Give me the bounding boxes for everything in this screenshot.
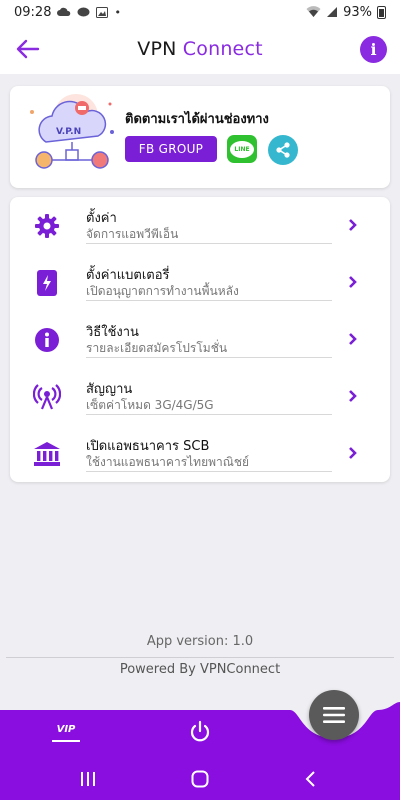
- battery-percent: 93%: [343, 4, 372, 20]
- cloud-icon: [57, 7, 71, 16]
- back-arrow-icon: [16, 39, 40, 59]
- status-bar: 09:28 • 93%: [0, 0, 400, 24]
- menu-item-subtitle: จัดการแอพวีพีเอ็น: [86, 227, 179, 241]
- menu-item-subtitle: ใช้งานแอพธนาคารไทยพาณิชย์: [86, 455, 250, 469]
- menu-item-subtitle: เปิดอนุญาตการทำงานพื้นหลัง: [86, 284, 239, 298]
- info-button[interactable]: i: [360, 36, 387, 63]
- power-button[interactable]: [188, 720, 212, 744]
- menu-item-subtitle: เซ็ตค่าโหมด 3G/4G/5G: [86, 398, 214, 412]
- vip-button[interactable]: VIP: [52, 722, 80, 742]
- menu-item-settings[interactable]: ตั้งค่า จัดการแอพวีพีเอ็น: [10, 197, 390, 254]
- menu-item-scb[interactable]: เปิดแอพธนาคาร SCB ใช้งานแอพธนาคารไทยพาณิ…: [10, 425, 390, 482]
- wifi-icon: [306, 6, 321, 17]
- battery-charging-icon: [37, 270, 57, 296]
- vpn-illustration-icon: V.P.N: [30, 94, 114, 169]
- power-icon: [190, 720, 210, 742]
- gear-icon: [35, 214, 59, 238]
- title-connect: Connect: [182, 38, 263, 60]
- line-icon: LINE: [230, 140, 254, 158]
- battery-icon: [377, 5, 386, 19]
- menu-item-battery[interactable]: ตั้งค่าแบตเตอรี่ เปิดอนุญาตการทำงานพื้นห…: [10, 254, 390, 311]
- signal-icon: [327, 7, 338, 17]
- hamburger-menu-icon: [323, 707, 345, 723]
- back-icon: [305, 771, 315, 787]
- footer-divider: [6, 657, 394, 658]
- back-button[interactable]: [12, 33, 44, 65]
- divider: [86, 357, 332, 358]
- title-vpn: VPN: [137, 38, 177, 60]
- chevron-right-icon: [349, 219, 357, 231]
- home-button[interactable]: [187, 766, 213, 792]
- recent-apps-icon: [81, 772, 95, 786]
- line-icon: [77, 7, 90, 16]
- app-version: App version: 1.0: [146, 634, 254, 649]
- divider: [86, 243, 332, 244]
- art-label: V.P.N: [56, 127, 81, 137]
- chevron-right-icon: [349, 390, 357, 402]
- menu-item-signal[interactable]: สัญญาน เซ็ตค่าโหมด 3G/4G/5G: [10, 368, 390, 425]
- recent-apps-button[interactable]: [75, 766, 101, 792]
- bank-icon: [34, 442, 60, 466]
- chevron-right-icon: [349, 333, 357, 345]
- system-nav-bar: [0, 758, 400, 800]
- system-back-button[interactable]: [298, 766, 324, 792]
- dot-icon: •: [114, 5, 121, 19]
- info-icon: i: [370, 40, 377, 59]
- line-button[interactable]: LINE: [227, 135, 257, 163]
- app-header: VPN Connect i: [0, 24, 400, 74]
- image-icon: [96, 6, 109, 18]
- divider: [86, 300, 332, 301]
- fb-group-button[interactable]: FB GROUP: [125, 136, 217, 162]
- promo-heading: ติดตามเราได้ผ่านช่องทาง: [125, 112, 269, 127]
- powered-by: Powered By VPNConnect: [119, 662, 281, 677]
- chevron-right-icon: [349, 447, 357, 459]
- chevron-right-icon: [349, 276, 357, 288]
- menu-item-howto[interactable]: วิธีใช้งาน รายละเอียดสมัครโปรโมชั่น: [10, 311, 390, 368]
- status-time: 09:28: [14, 4, 52, 20]
- info-circle-icon: [35, 328, 59, 352]
- page-title: VPN Connect: [137, 38, 263, 60]
- divider: [86, 414, 332, 415]
- share-icon: [276, 142, 290, 158]
- home-icon: [191, 770, 209, 788]
- divider: [86, 471, 332, 472]
- menu-fab-button[interactable]: [309, 690, 359, 740]
- menu-item-subtitle: รายละเอียดสมัครโปรโมชั่น: [86, 341, 228, 355]
- antenna-icon: [33, 384, 61, 410]
- share-button[interactable]: [268, 135, 298, 165]
